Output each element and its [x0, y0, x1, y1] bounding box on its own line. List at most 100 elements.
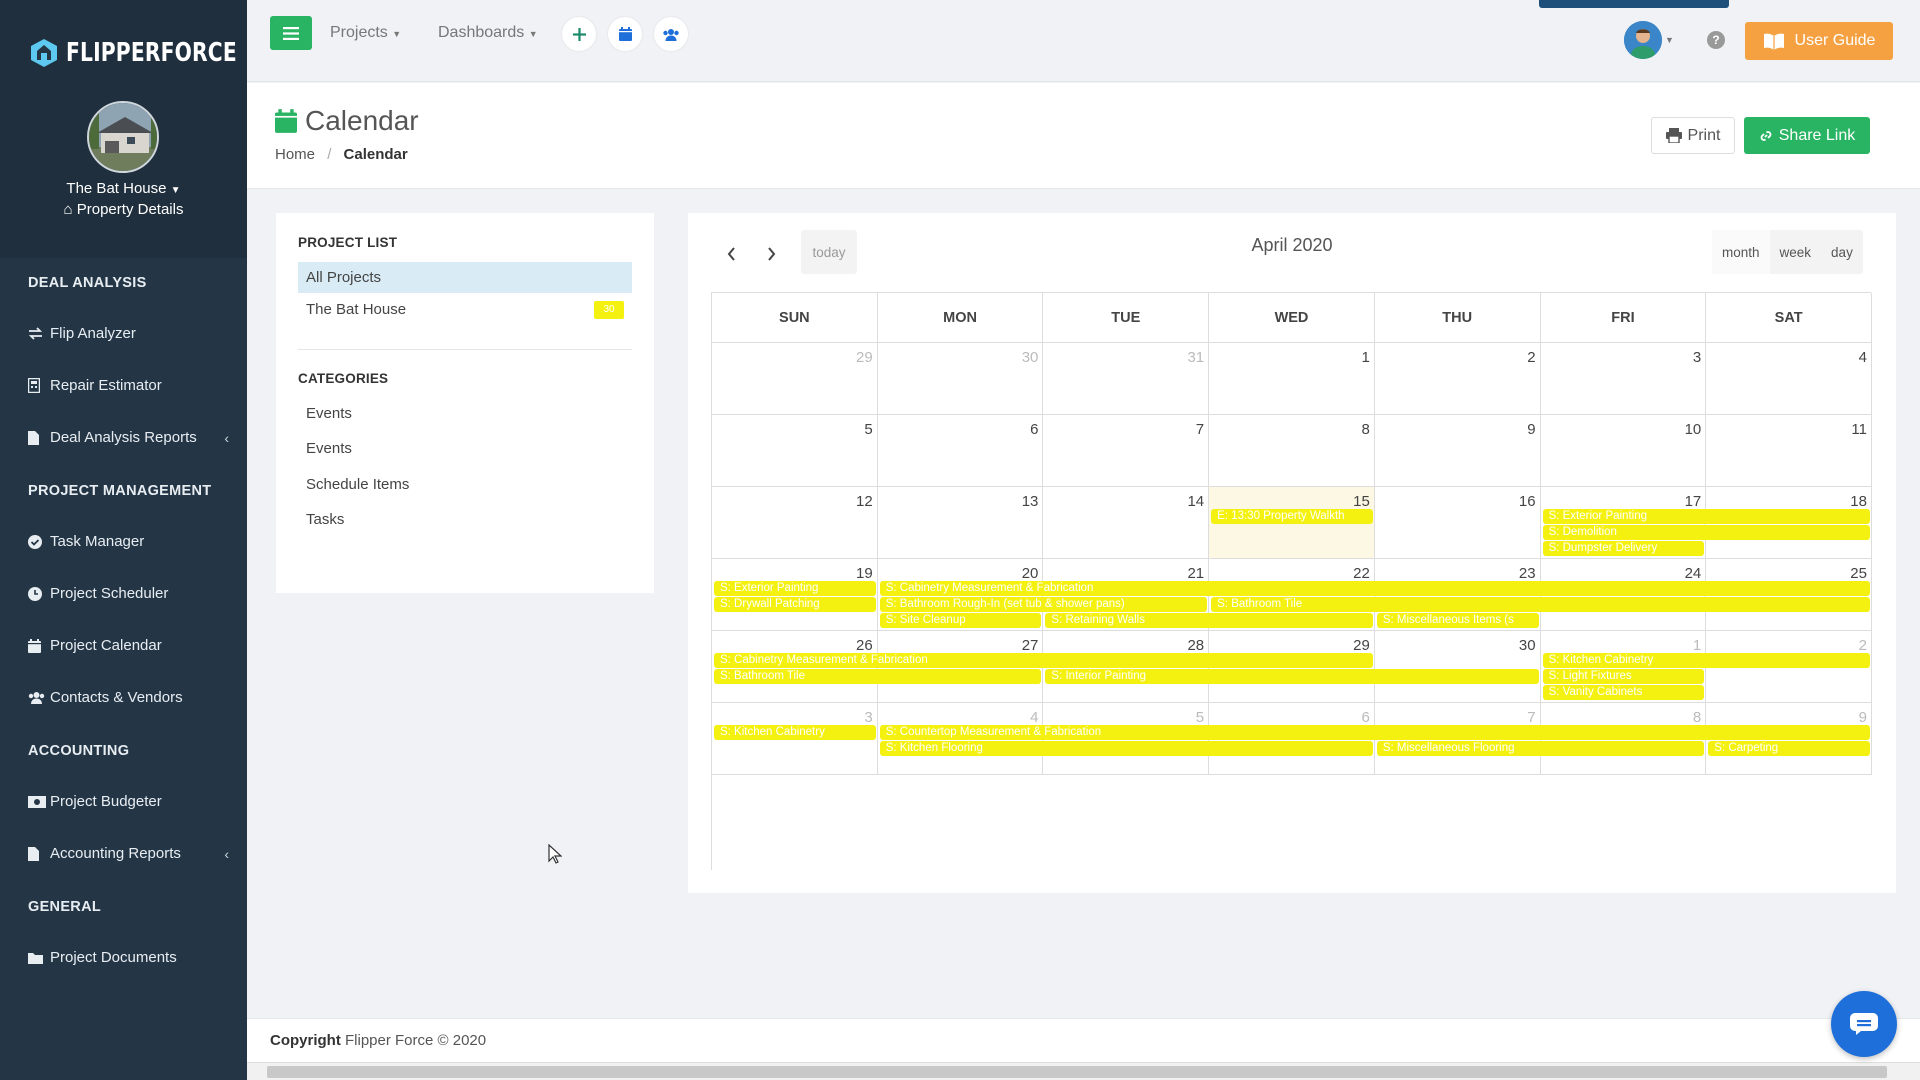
- chat-button[interactable]: [1831, 991, 1897, 1057]
- user-guide-button[interactable]: User Guide: [1745, 22, 1893, 60]
- calendar-event[interactable]: S: Miscellaneous Flooring: [1376, 741, 1705, 756]
- calendar-event[interactable]: S: Light Fixtures: [1542, 669, 1705, 684]
- sidebar-item-project-budgeter[interactable]: Project Budgeter: [28, 793, 229, 810]
- day-number: 28: [1187, 637, 1205, 654]
- calendar-event[interactable]: S: Exterior Painting: [1542, 509, 1870, 524]
- day-cell[interactable]: 13: [877, 487, 1044, 559]
- day-cell[interactable]: 7: [1043, 415, 1210, 487]
- day-cell[interactable]: 2: [1374, 343, 1541, 415]
- calendar-event[interactable]: S: Drywall Patching: [714, 597, 876, 612]
- day-number: 23: [1518, 565, 1536, 582]
- calendar-event[interactable]: S: Bathroom Tile: [1211, 597, 1870, 612]
- calendar-event[interactable]: S: Cabinetry Measurement & Fabrication: [879, 581, 1870, 596]
- share-link-label: Share Link: [1778, 126, 1856, 144]
- day-cell[interactable]: 12: [712, 487, 878, 559]
- user-avatar[interactable]: [1624, 21, 1662, 59]
- calendar-event[interactable]: E: 13:30 Property Walkth: [1211, 509, 1373, 524]
- sidebar-item-project-calendar[interactable]: Project Calendar: [28, 637, 229, 654]
- property-selector[interactable]: The Bat House ▼: [0, 180, 247, 197]
- book-icon: [1763, 33, 1784, 50]
- calendar-button[interactable]: [608, 17, 642, 51]
- day-number: 30: [1518, 637, 1536, 654]
- project-item-label: The Bat House: [306, 301, 407, 318]
- project-item-bat-house[interactable]: The Bat House 30: [298, 294, 632, 325]
- day-cell[interactable]: 14: [1043, 487, 1210, 559]
- clock-icon: [28, 586, 50, 601]
- calendar-event[interactable]: S: Dumpster Delivery: [1542, 541, 1705, 556]
- notification-tab[interactable]: [1539, 0, 1729, 8]
- calendar-event[interactable]: S: Vanity Cabinets: [1542, 685, 1705, 700]
- calendar-event[interactable]: S: Kitchen Flooring: [879, 741, 1373, 756]
- day-cell[interactable]: 3: [1540, 343, 1707, 415]
- print-button[interactable]: Print: [1651, 117, 1735, 154]
- calendar-event[interactable]: S: Bathroom Rough-In (set tub & shower p…: [879, 597, 1208, 612]
- sidebar-item-project-scheduler[interactable]: Project Scheduler: [28, 585, 229, 602]
- calendar-event[interactable]: S: Bathroom Tile: [714, 669, 1042, 684]
- view-month-button[interactable]: month: [1712, 230, 1770, 274]
- section-deal-analysis: DEAL ANALYSIS: [28, 275, 147, 291]
- day-cell[interactable]: 30: [1374, 631, 1541, 703]
- caret-down-icon: ▼: [170, 185, 181, 196]
- day-cell[interactable]: 4: [1706, 343, 1872, 415]
- day-number: 5: [1195, 709, 1205, 726]
- category-item[interactable]: Events: [298, 433, 632, 464]
- sidebar-item-repair-estimator[interactable]: Repair Estimator: [28, 377, 229, 394]
- calendar-event[interactable]: S: Interior Painting: [1045, 669, 1539, 684]
- sidebar-item-flip-analyzer[interactable]: Flip Analyzer: [28, 325, 229, 342]
- scrollbar-thumb[interactable]: [267, 1066, 1887, 1078]
- calendar-event[interactable]: S: Retaining Walls: [1045, 613, 1373, 628]
- day-cell[interactable]: 8: [1209, 415, 1375, 487]
- share-link-button[interactable]: Share Link: [1744, 117, 1870, 154]
- category-item[interactable]: Schedule Items: [298, 469, 632, 500]
- add-button[interactable]: [562, 17, 596, 51]
- folder-icon: [28, 952, 50, 964]
- file-icon: [28, 430, 50, 445]
- sidebar-item-deal-analysis-reports[interactable]: Deal Analysis Reports ‹: [28, 429, 229, 446]
- calendar-event[interactable]: S: Demolition: [1542, 525, 1870, 540]
- sidebar-item-contacts-vendors[interactable]: Contacts & Vendors: [28, 689, 229, 706]
- calendar-event[interactable]: S: Exterior Painting: [714, 581, 876, 596]
- day-number: 1: [1692, 637, 1702, 654]
- view-day-button[interactable]: day: [1821, 230, 1863, 274]
- day-cell[interactable]: 10: [1540, 415, 1707, 487]
- top-bar: Projects ▼ Dashboards ▼ ▼ ? User Guide: [247, 0, 1920, 82]
- property-photo[interactable]: [87, 101, 159, 173]
- day-number: 8: [1361, 421, 1370, 438]
- category-item[interactable]: Tasks: [298, 504, 632, 535]
- menu-toggle-button[interactable]: [270, 16, 312, 50]
- dashboards-dropdown[interactable]: Dashboards ▼: [438, 24, 538, 42]
- day-cell[interactable]: 29: [712, 343, 878, 415]
- sidebar-item-project-documents[interactable]: Project Documents: [28, 949, 229, 966]
- day-cell[interactable]: 6: [877, 415, 1044, 487]
- footer: Copyright Flipper Force © 2020: [247, 1018, 1920, 1062]
- day-cell[interactable]: 9: [1374, 415, 1541, 487]
- page-title: Calendar: [275, 105, 419, 137]
- sidebar-item-task-manager[interactable]: Task Manager: [28, 533, 229, 550]
- project-item-all[interactable]: All Projects: [298, 262, 632, 293]
- calendar-event[interactable]: S: Miscellaneous Items (s: [1376, 613, 1539, 628]
- horizontal-scrollbar[interactable]: [247, 1062, 1920, 1080]
- weekday-header: MON: [877, 293, 1044, 343]
- calendar-event[interactable]: S: Carpeting: [1708, 741, 1870, 756]
- property-details-link[interactable]: ⌂ Property Details: [0, 201, 247, 218]
- day-number: 8: [1692, 709, 1702, 726]
- caret-down-icon[interactable]: ▼: [1665, 35, 1674, 45]
- view-week-button[interactable]: week: [1770, 230, 1822, 274]
- calendar-event[interactable]: S: Kitchen Cabinetry: [714, 725, 876, 740]
- category-item[interactable]: Events: [298, 398, 632, 429]
- day-cell[interactable]: 11: [1706, 415, 1872, 487]
- projects-dropdown[interactable]: Projects ▼: [330, 24, 401, 42]
- day-cell[interactable]: 1: [1209, 343, 1375, 415]
- sidebar-item-accounting-reports[interactable]: Accounting Reports ‹: [28, 845, 229, 862]
- day-cell[interactable]: 30: [877, 343, 1044, 415]
- day-cell[interactable]: 16: [1374, 487, 1541, 559]
- calendar-event[interactable]: S: Kitchen Cabinetry: [1542, 653, 1870, 668]
- day-cell[interactable]: 31: [1043, 343, 1210, 415]
- breadcrumb-home[interactable]: Home: [275, 146, 315, 163]
- day-cell[interactable]: 5: [712, 415, 878, 487]
- calendar-event[interactable]: S: Site Cleanup: [879, 613, 1042, 628]
- help-icon[interactable]: ?: [1707, 31, 1725, 49]
- team-button[interactable]: [654, 17, 688, 51]
- calendar-event[interactable]: S: Cabinetry Measurement & Fabrication: [714, 653, 1373, 668]
- calendar-event[interactable]: S: Countertop Measurement & Fabrication: [879, 725, 1870, 740]
